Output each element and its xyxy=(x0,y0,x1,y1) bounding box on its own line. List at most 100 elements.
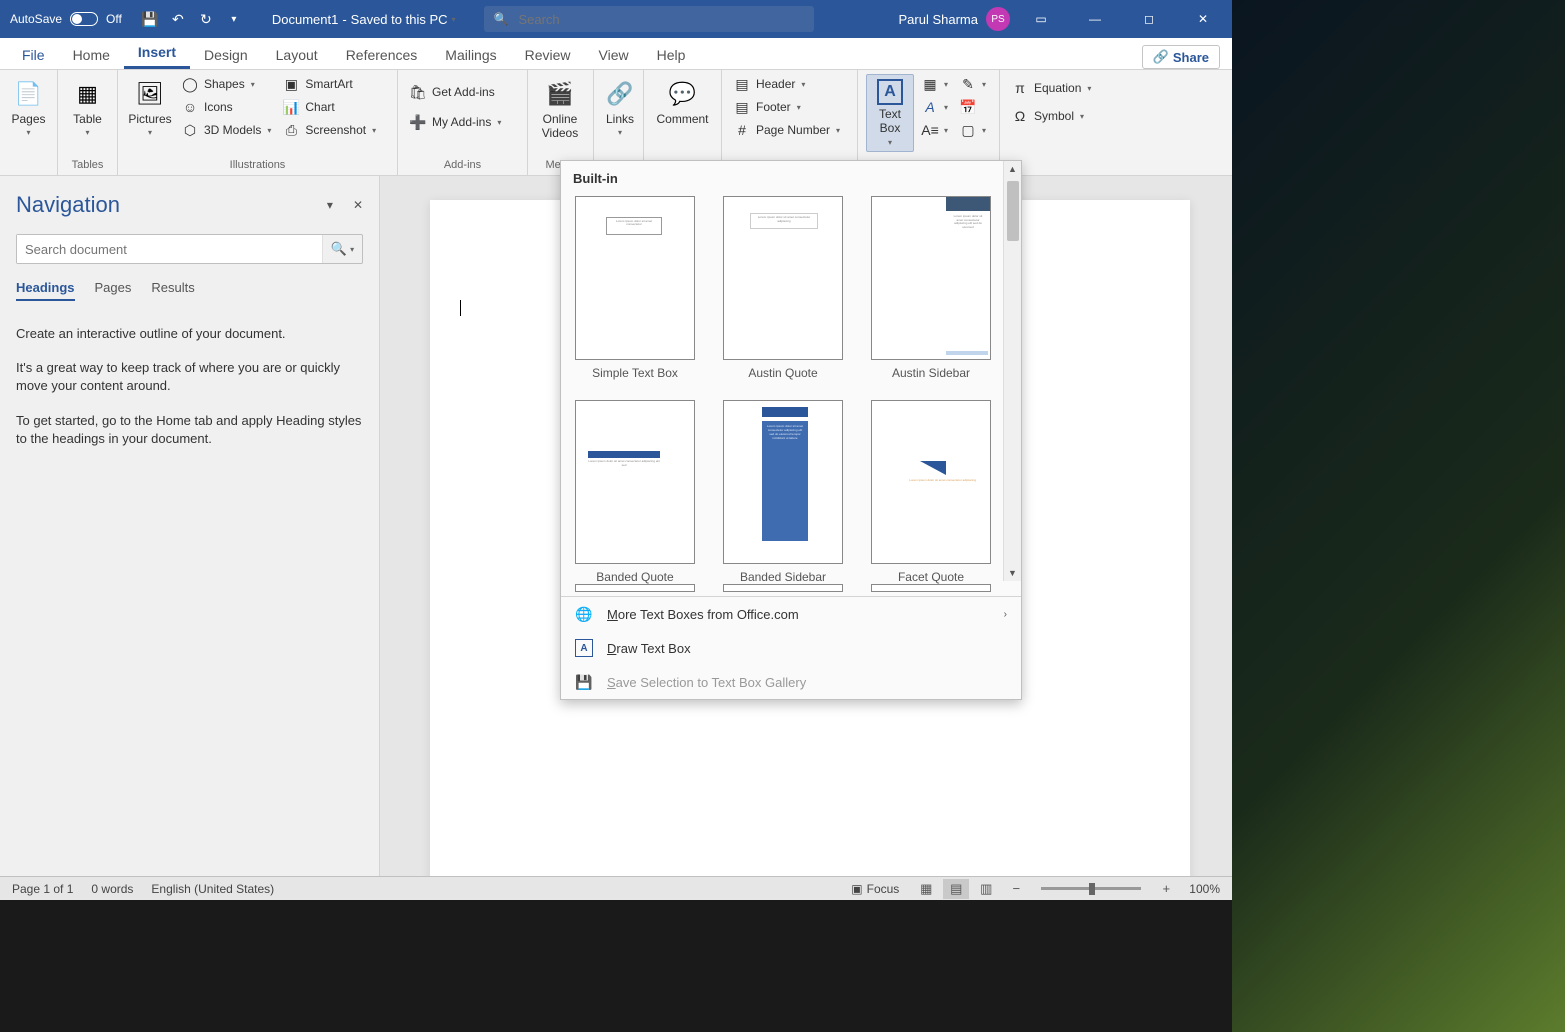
gallery-item-facet-quote[interactable]: Lorem ipsum dolor sit amet consectetur a… xyxy=(869,400,993,584)
signature-icon: ✎ xyxy=(960,76,976,92)
nav-search-button[interactable]: 🔍 ▾ xyxy=(322,235,362,263)
screenshot-button[interactable]: ⎙Screenshot▾ xyxy=(279,120,380,140)
tab-file[interactable]: File xyxy=(8,41,59,69)
focus-mode-button[interactable]: ▣Focus xyxy=(851,882,899,896)
tab-mailings[interactable]: Mailings xyxy=(431,41,510,69)
tab-design[interactable]: Design xyxy=(190,41,262,69)
zoom-in-button[interactable]: + xyxy=(1153,879,1179,899)
scroll-thumb[interactable] xyxy=(1007,181,1019,241)
tab-help[interactable]: Help xyxy=(643,41,700,69)
tab-view[interactable]: View xyxy=(585,41,643,69)
word-window: AutoSave Off 💾 ↶ ↻ ▾ Document1 - Saved t… xyxy=(0,0,1232,900)
nav-close-icon[interactable]: ✕ xyxy=(353,198,363,212)
gallery-item-partial[interactable] xyxy=(575,584,695,592)
shapes-icon: ◯ xyxy=(182,76,198,92)
close-icon[interactable]: ✕ xyxy=(1180,0,1226,38)
search-box[interactable]: 🔍 xyxy=(484,6,814,32)
scroll-down-icon[interactable]: ▼ xyxy=(1005,565,1021,581)
equation-button[interactable]: πEquation▾ xyxy=(1008,78,1095,98)
object-button[interactable]: ▢▾ xyxy=(956,120,990,140)
get-addins-button[interactable]: 🛍Get Add-ins xyxy=(406,82,505,102)
comment-button[interactable]: 💬 Comment xyxy=(652,74,713,130)
pages-button[interactable]: 📄 Pages ▾ xyxy=(8,74,49,141)
tab-layout[interactable]: Layout xyxy=(262,41,332,69)
qat-customize-icon[interactable]: ▾ xyxy=(222,7,246,31)
nav-tab-pages[interactable]: Pages xyxy=(95,280,132,301)
video-icon: 🎬 xyxy=(544,78,576,110)
header-button[interactable]: ▤Header▾ xyxy=(730,74,844,94)
redo-icon[interactable]: ↻ xyxy=(194,7,218,31)
status-language[interactable]: English (United States) xyxy=(151,882,274,896)
symbol-button[interactable]: ΩSymbol▾ xyxy=(1008,106,1095,126)
text-box-button[interactable]: A Text Box ▾ xyxy=(866,74,914,152)
focus-icon: ▣ xyxy=(851,882,862,896)
gallery-scrollbar[interactable]: ▲ ▼ xyxy=(1003,161,1021,581)
nav-tab-results[interactable]: Results xyxy=(151,280,194,301)
gallery-item-banded-sidebar[interactable]: Lorem ipsum dolor sit amet consectetur a… xyxy=(721,400,845,584)
user-avatar[interactable]: PS xyxy=(986,7,1010,31)
autosave-toggle[interactable]: AutoSave Off xyxy=(0,12,132,26)
gallery-item-austin-sidebar[interactable]: Lorem ipsum dolor sit amet consectetur a… xyxy=(869,196,993,380)
ribbon-tabs: File Home Insert Design Layout Reference… xyxy=(0,38,1232,70)
my-addins-button[interactable]: ➕My Add-ins▾ xyxy=(406,112,505,132)
tab-references[interactable]: References xyxy=(332,41,432,69)
group-label-illustrations: Illustrations xyxy=(126,157,389,175)
tab-insert[interactable]: Insert xyxy=(124,38,190,69)
datetime-button[interactable]: 📅 xyxy=(956,97,990,117)
group-label-symbols xyxy=(1008,169,1102,175)
status-words[interactable]: 0 words xyxy=(91,882,133,896)
signature-button[interactable]: ✎▾ xyxy=(956,74,990,94)
links-button[interactable]: 🔗 Links ▾ xyxy=(602,74,638,141)
read-mode-button[interactable]: ▦ xyxy=(913,879,939,899)
draw-textbox-menuitem[interactable]: A Draw Text Box xyxy=(561,631,1021,665)
gallery-item-partial[interactable] xyxy=(871,584,991,592)
equation-icon: π xyxy=(1012,80,1028,96)
chevron-down-icon[interactable]: ▾ xyxy=(452,15,456,24)
save-icon[interactable]: 💾 xyxy=(138,7,162,31)
more-textboxes-menuitem[interactable]: 🌐 More Text Boxes from Office.com › xyxy=(561,597,1021,631)
nav-dropdown-icon[interactable]: ▾ xyxy=(327,198,333,212)
pictures-icon: 🖼 xyxy=(134,78,166,110)
undo-icon[interactable]: ↶ xyxy=(166,7,190,31)
search-input[interactable] xyxy=(518,12,803,27)
tab-home[interactable]: Home xyxy=(59,41,124,69)
textbox-icon: A xyxy=(877,79,903,105)
nav-search-input[interactable] xyxy=(17,235,322,263)
gallery-item-austin-quote[interactable]: Lorem ipsum dolor sit amet consectetur a… xyxy=(721,196,845,380)
table-button[interactable]: ▦ Table ▾ xyxy=(66,74,109,141)
draw-textbox-icon: A xyxy=(575,639,593,657)
chart-button[interactable]: 📊Chart xyxy=(279,97,380,117)
wordart-button[interactable]: A▾ xyxy=(918,97,952,117)
ribbon-display-icon[interactable]: ▭ xyxy=(1018,0,1064,38)
print-layout-button[interactable]: ▤ xyxy=(943,879,969,899)
gallery-item-simple-textbox[interactable]: Lorem ipsum dolor sit amet consectetur S… xyxy=(573,196,697,380)
minimize-icon[interactable]: — xyxy=(1072,0,1118,38)
save-icon: 💾 xyxy=(575,673,593,691)
tab-review[interactable]: Review xyxy=(511,41,585,69)
gallery-item-partial[interactable] xyxy=(723,584,843,592)
nav-search[interactable]: 🔍 ▾ xyxy=(16,234,363,264)
maximize-icon[interactable]: ◻ xyxy=(1126,0,1172,38)
3d-models-button[interactable]: ⬡3D Models▾ xyxy=(178,120,275,140)
zoom-out-button[interactable]: − xyxy=(1003,879,1029,899)
page-number-button[interactable]: #Page Number▾ xyxy=(730,120,844,140)
web-layout-button[interactable]: ▥ xyxy=(973,879,999,899)
smartart-button[interactable]: ▣SmartArt xyxy=(279,74,380,94)
text-cursor xyxy=(460,300,461,316)
footer-button[interactable]: ▤Footer▾ xyxy=(730,97,844,117)
zoom-level[interactable]: 100% xyxy=(1189,882,1220,896)
pictures-button[interactable]: 🖼 Pictures ▾ xyxy=(126,74,174,141)
gallery-item-banded-quote[interactable]: Lorem ipsum dolor sit amet consectetur a… xyxy=(573,400,697,584)
scroll-up-icon[interactable]: ▲ xyxy=(1005,161,1021,177)
online-videos-button[interactable]: 🎬 Online Videos xyxy=(536,74,584,145)
shapes-button[interactable]: ◯Shapes▾ xyxy=(178,74,275,94)
nav-tab-headings[interactable]: Headings xyxy=(16,280,75,301)
screenshot-icon: ⎙ xyxy=(283,122,299,138)
status-page[interactable]: Page 1 of 1 xyxy=(12,882,73,896)
quick-parts-button[interactable]: ▦▾ xyxy=(918,74,952,94)
user-name[interactable]: Parul Sharma xyxy=(899,12,978,27)
share-button[interactable]: 🔗 Share xyxy=(1142,45,1220,69)
dropcap-button[interactable]: A≡▾ xyxy=(918,120,952,140)
icons-button[interactable]: ☺Icons xyxy=(178,97,275,117)
zoom-slider[interactable] xyxy=(1041,887,1141,890)
